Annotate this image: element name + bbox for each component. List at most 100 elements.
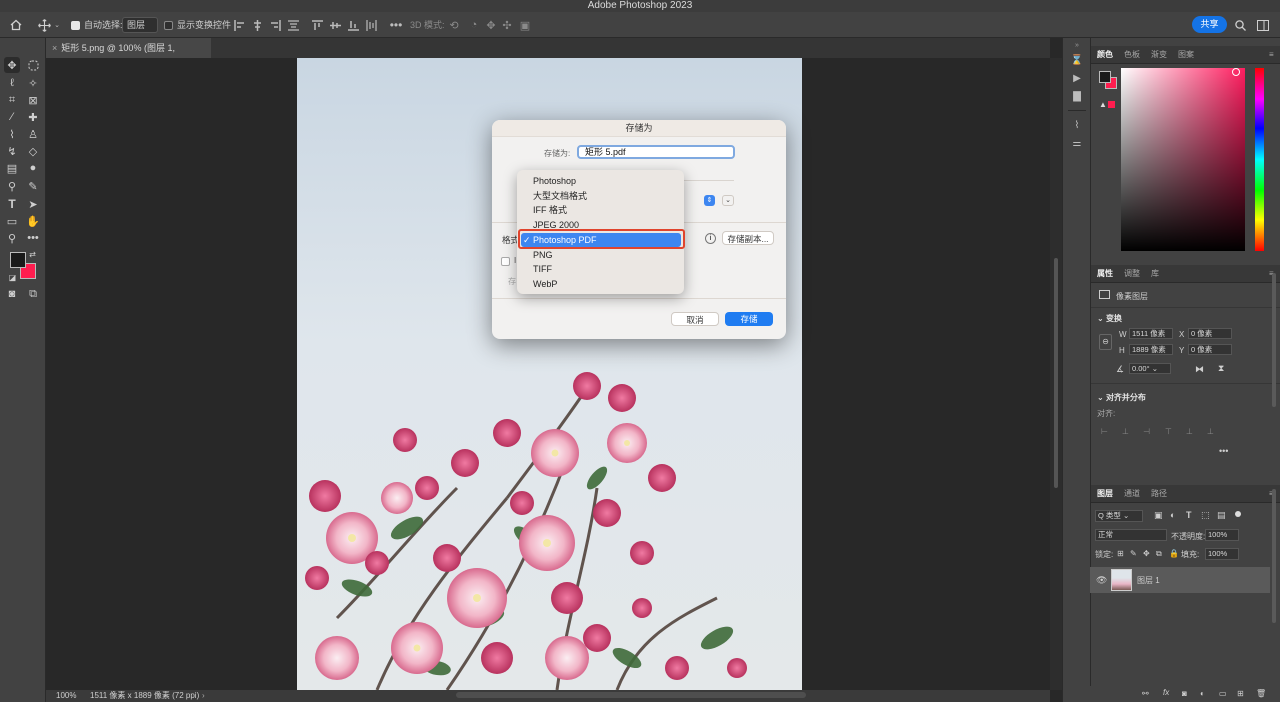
menu-item-tiff[interactable]: TIFF xyxy=(517,262,684,276)
align-left-icon[interactable] xyxy=(232,18,246,32)
3d-slide-icon[interactable]: ✣ xyxy=(500,18,514,32)
move-tool-icon[interactable]: ✥ xyxy=(4,57,20,73)
distribute-h-icon[interactable] xyxy=(286,18,300,32)
transform-section-header[interactable]: ⌄ 变换 xyxy=(1097,313,1122,324)
tab-swatches[interactable]: 色板 xyxy=(1124,46,1140,64)
layer-filter-dropdown[interactable]: Q 类型 ⌄ xyxy=(1095,510,1143,522)
share-button[interactable]: 共享 xyxy=(1192,16,1227,33)
align-bottom-icon[interactable] xyxy=(346,18,360,32)
history-brush-tool-icon[interactable]: ↯ xyxy=(4,143,20,159)
save-copy-button[interactable]: 存储副本... xyxy=(722,231,774,245)
default-colors-icon[interactable]: ◪ xyxy=(8,273,17,282)
align-bottom-icon[interactable]: ⊥ xyxy=(1207,427,1214,436)
align-top-icon[interactable] xyxy=(310,18,324,32)
color-panel-foreground[interactable] xyxy=(1099,71,1111,83)
hue-slider[interactable] xyxy=(1255,68,1264,251)
link-icon[interactable]: ⊖ xyxy=(1099,334,1112,350)
hand-tool-icon[interactable]: ✋ xyxy=(25,213,41,229)
info-chevron-icon[interactable]: › xyxy=(202,690,205,702)
blur-tool-icon[interactable]: ● xyxy=(25,160,41,176)
fill-field[interactable]: 100% xyxy=(1205,548,1239,560)
history-icon[interactable]: ⌛ xyxy=(1069,53,1085,67)
marquee-tool-icon[interactable] xyxy=(25,57,41,73)
menu-item-iff[interactable]: IFF 格式 xyxy=(517,203,684,217)
align-vcenter-icon[interactable]: ⊥ xyxy=(1186,427,1193,436)
screen-mode-icon[interactable]: ⧉ xyxy=(25,286,41,302)
align-left-icon[interactable]: ⊢ xyxy=(1101,427,1108,436)
align-center-h-icon[interactable] xyxy=(250,18,264,32)
x-field[interactable]: 0 像素 xyxy=(1188,328,1232,339)
horizontal-scrollbar[interactable] xyxy=(456,692,806,698)
flip-vertical-icon[interactable]: ⧗ xyxy=(1218,363,1224,374)
layers-scrollbar[interactable] xyxy=(1272,489,1276,623)
menu-item-photoshop[interactable]: Photoshop xyxy=(517,174,684,188)
brush-settings-icon[interactable]: ⌇ xyxy=(1069,118,1085,132)
collapse-icon[interactable]: » xyxy=(1070,41,1084,49)
adjustment-layer-icon[interactable]: ◐ xyxy=(1200,689,1205,698)
swap-colors-icon[interactable]: ⇄ xyxy=(28,250,37,259)
flip-horizontal-icon[interactable]: ⧓ xyxy=(1195,364,1204,375)
filter-toggle-icon[interactable] xyxy=(1235,511,1241,517)
cancel-button[interactable]: 取消 xyxy=(671,312,719,326)
y-field[interactable]: 0 像素 xyxy=(1188,344,1232,355)
move-tool-icon[interactable] xyxy=(36,17,52,33)
width-field[interactable]: 1511 像素 xyxy=(1129,328,1173,339)
align-right-icon[interactable] xyxy=(268,18,282,32)
lock-image-icon[interactable]: ✎ xyxy=(1130,549,1137,558)
tab-channels[interactable]: 通道 xyxy=(1124,485,1140,503)
filter-shape-icon[interactable]: ⬚ xyxy=(1201,510,1210,521)
clone-stamp-tool-icon[interactable]: ♙ xyxy=(25,126,41,142)
more-align-options-icon[interactable]: ••• xyxy=(1219,446,1228,456)
scrollbar-thumb[interactable] xyxy=(1054,258,1058,488)
3d-rotate-icon[interactable]: ⟲ xyxy=(447,18,461,32)
healing-brush-tool-icon[interactable]: ✚ xyxy=(25,109,41,125)
gradient-tool-icon[interactable]: ▤ xyxy=(4,160,20,176)
distribute-v-icon[interactable] xyxy=(364,18,378,32)
3d-pan-icon[interactable]: ✥ xyxy=(484,18,498,32)
align-top-icon[interactable]: ⊤ xyxy=(1165,427,1172,436)
gamut-swatch[interactable] xyxy=(1108,101,1115,108)
path-selection-tool-icon[interactable]: ➤ xyxy=(25,196,41,212)
close-icon[interactable]: × xyxy=(52,43,57,53)
lock-all-icon[interactable]: 🔒 xyxy=(1169,549,1179,558)
menu-item-png[interactable]: PNG xyxy=(517,248,684,262)
delete-layer-icon[interactable]: 🗑 xyxy=(1256,689,1266,698)
vertical-scrollbar[interactable] xyxy=(1050,58,1062,690)
crop-tool-icon[interactable]: ⌗ xyxy=(4,92,20,108)
type-tool-icon[interactable]: T xyxy=(4,196,20,212)
chevron-down-icon[interactable]: ⌄ xyxy=(53,20,61,30)
opacity-field[interactable]: 100% xyxy=(1205,529,1239,541)
lock-position-icon[interactable]: ✥ xyxy=(1143,549,1150,558)
tab-gradients[interactable]: 渐变 xyxy=(1151,46,1167,64)
brush-tool-icon[interactable]: ⌇ xyxy=(4,126,20,142)
tags-field[interactable] xyxy=(680,167,734,181)
rectangle-tool-icon[interactable]: ▭ xyxy=(4,213,20,229)
comments-icon[interactable]: ▇ xyxy=(1069,89,1085,103)
gamut-warning-icon[interactable]: ▲ xyxy=(1099,100,1107,109)
fx-button[interactable]: fx xyxy=(1163,688,1169,697)
eyedropper-tool-icon[interactable]: ⁄ xyxy=(4,109,20,125)
option-checkbox[interactable] xyxy=(501,257,510,266)
tab-layers[interactable]: 图层 xyxy=(1097,485,1113,503)
visibility-eye-icon[interactable]: 👁 xyxy=(1096,575,1107,586)
new-layer-icon[interactable]: ⊞ xyxy=(1237,689,1244,698)
filter-pixel-icon[interactable]: ▣ xyxy=(1154,510,1163,521)
save-button[interactable]: 存储 xyxy=(725,312,773,326)
blend-mode-dropdown[interactable]: 正常 xyxy=(1095,529,1167,541)
lasso-tool-icon[interactable]: ℓ xyxy=(4,75,20,91)
eraser-tool-icon[interactable]: ◇ xyxy=(25,143,41,159)
tab-libraries[interactable]: 库 xyxy=(1151,265,1159,283)
panel-menu-icon[interactable]: ≡ xyxy=(1269,46,1274,64)
pen-tool-icon[interactable]: ✎ xyxy=(25,178,41,194)
tab-properties[interactable]: 属性 xyxy=(1097,265,1113,283)
more-options-icon[interactable]: ••• xyxy=(389,18,403,32)
frame-tool-icon[interactable]: ⊠ xyxy=(25,92,41,108)
filter-type-icon[interactable]: T xyxy=(1186,510,1192,520)
color-picker-field[interactable] xyxy=(1121,68,1245,251)
link-layers-icon[interactable]: ⚯ xyxy=(1142,689,1149,698)
auto-select-checkbox[interactable] xyxy=(71,12,80,38)
angle-field[interactable]: 0.00° ⌄ xyxy=(1129,363,1171,374)
3d-scale-icon[interactable]: ▣ xyxy=(518,18,532,32)
actions-play-icon[interactable]: ▶ xyxy=(1069,71,1085,85)
workspace-icon[interactable] xyxy=(1255,17,1271,33)
